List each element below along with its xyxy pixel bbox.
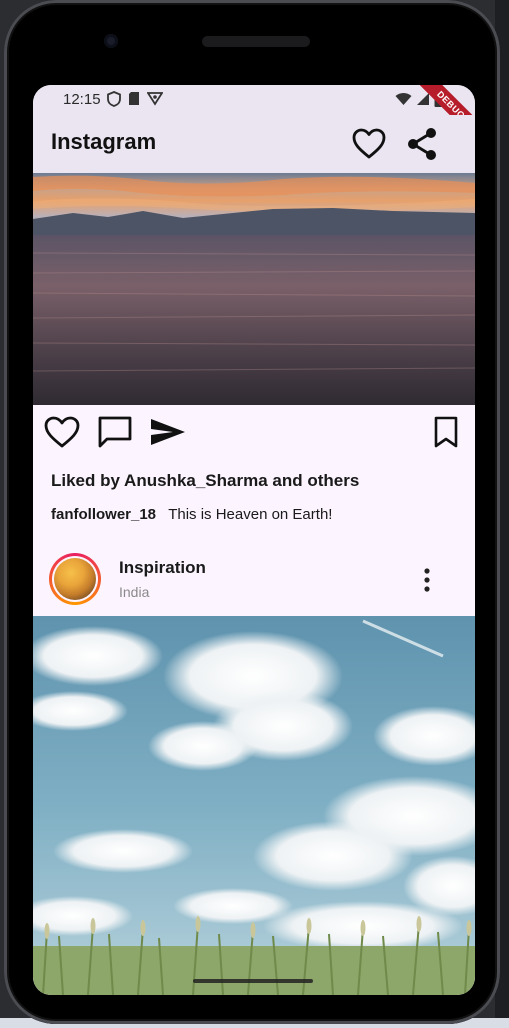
like-heart-icon[interactable] [43, 415, 81, 449]
post-location: India [119, 584, 150, 600]
comment-icon[interactable] [97, 415, 133, 449]
post-header: Inspiration India [33, 540, 475, 615]
heart-icon[interactable] [351, 127, 387, 161]
app-screen: 12:15 DEBUG Instagram Liked by Anushka_S… [33, 85, 475, 995]
app-bar: Instagram [33, 115, 475, 173]
post-image-sunset[interactable] [33, 173, 475, 405]
send-icon[interactable] [149, 415, 187, 449]
status-left-icons [107, 91, 163, 107]
app-title: Instagram [51, 129, 157, 154]
clouds-and-grass-image [33, 616, 475, 995]
front-camera [104, 34, 118, 48]
caption-text: This is Heaven on Earth! [168, 506, 333, 523]
earpiece-speaker [202, 36, 310, 47]
share-icon[interactable] [405, 127, 439, 161]
wifi-icon [395, 92, 412, 105]
sim-card-icon [129, 92, 139, 105]
sunset-over-lake-image [33, 173, 475, 405]
phone-frame: 12:15 DEBUG Instagram Liked by Anushka_S… [4, 0, 500, 1024]
shield-icon [107, 91, 121, 107]
post-caption: fanfollower_18 This is Heaven on Earth! [51, 506, 332, 523]
liked-by-text[interactable]: Liked by Anushka_Sharma and others [51, 471, 359, 491]
bookmark-icon[interactable] [433, 415, 459, 449]
post-action-bar [33, 405, 475, 465]
avatar[interactable] [49, 553, 101, 605]
status-bar: 12:15 DEBUG [33, 85, 475, 147]
post-author-name[interactable]: Inspiration [119, 558, 206, 578]
caption-username[interactable]: fanfollower_18 [51, 506, 156, 523]
more-vert-icon[interactable] [421, 567, 433, 593]
post-image-clouds[interactable] [33, 616, 475, 995]
status-time: 12:15 [63, 91, 101, 108]
vpn-icon [147, 92, 163, 106]
avatar-photo [54, 558, 96, 600]
home-indicator[interactable] [193, 979, 313, 983]
